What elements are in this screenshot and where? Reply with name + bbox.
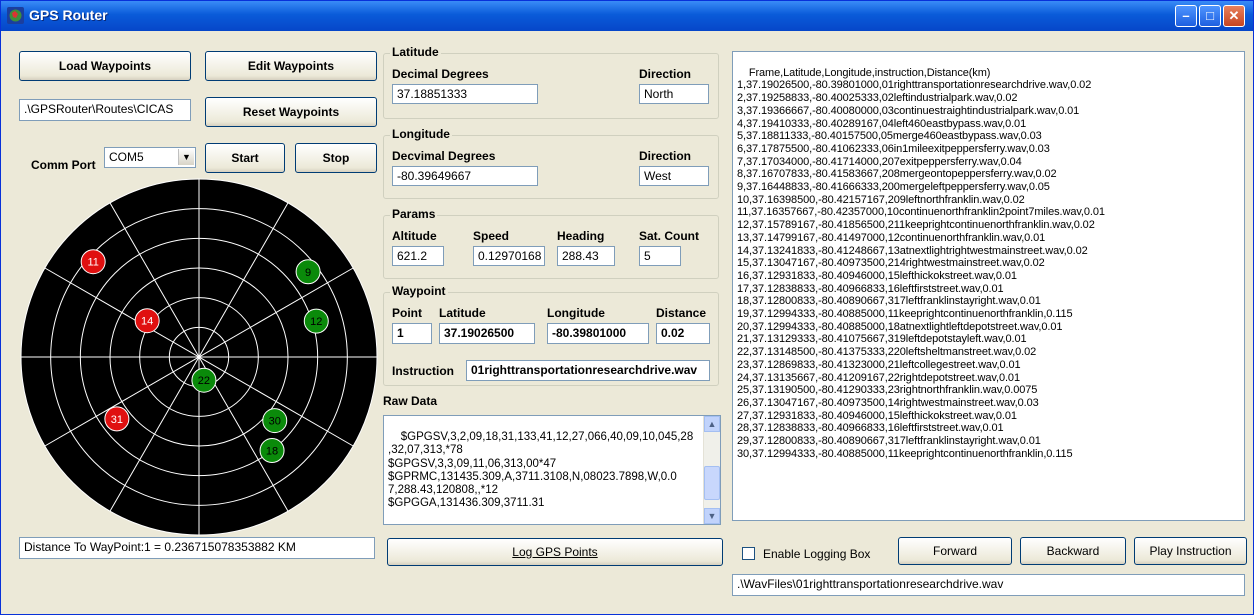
title-bar[interactable]: GPS Router – □ ✕ bbox=[1, 1, 1253, 31]
scroll-thumb[interactable] bbox=[704, 466, 720, 500]
enable-logging-label: Enable Logging Box bbox=[763, 547, 871, 561]
latitude-group-title: Latitude bbox=[390, 45, 441, 59]
lat-direction-field[interactable]: North bbox=[639, 84, 709, 104]
wp-distance-field[interactable]: 0.02 bbox=[656, 323, 710, 344]
lat-decimal-field[interactable]: 37.18851333 bbox=[392, 84, 538, 104]
distance-readout: Distance To WayPoint:1 = 0.2367150783538… bbox=[19, 537, 375, 559]
raw-data-text: $GPGSV,3,2,09,18,31,133,41,12,27,066,40,… bbox=[388, 431, 694, 510]
longitude-group-title: Longitude bbox=[390, 127, 452, 141]
minimize-icon: – bbox=[1182, 8, 1190, 23]
route-path-field[interactable]: .\GPSRouter\Routes\CICAS bbox=[19, 99, 191, 121]
raw-data-scrollbar[interactable]: ▲ ▼ bbox=[703, 416, 720, 524]
wp-latitude-field[interactable]: 37.19026500 bbox=[439, 323, 535, 344]
satellite-id-label: 31 bbox=[111, 414, 123, 426]
sat-count-label: Sat. Count bbox=[639, 229, 699, 243]
wav-path-field[interactable]: .\WavFiles\01righttransportationresearch… bbox=[732, 574, 1245, 596]
lon-decimal-label: Decvimal Degrees bbox=[392, 149, 496, 163]
altitude-label: Altitude bbox=[392, 229, 437, 243]
forward-button[interactable]: Forward bbox=[898, 537, 1012, 565]
satellite-sky-plot: 11 9 14 12 22 30 18 31 bbox=[20, 178, 378, 536]
heading-label: Heading bbox=[557, 229, 605, 243]
wp-latitude-label: Latitude bbox=[439, 306, 486, 320]
wp-distance-label: Distance bbox=[656, 306, 707, 320]
wp-longitude-field[interactable]: -80.39801000 bbox=[547, 323, 649, 344]
close-icon: ✕ bbox=[1228, 8, 1240, 23]
raw-data-textarea[interactable]: $GPGSV,3,2,09,18,31,133,41,12,27,066,40,… bbox=[383, 415, 721, 525]
speed-label: Speed bbox=[473, 229, 510, 243]
waypoint-list-text: Frame,Latitude,Longitude,instruction,Dis… bbox=[737, 66, 1105, 460]
point-field[interactable]: 1 bbox=[392, 323, 432, 344]
maximize-icon: □ bbox=[1206, 8, 1214, 23]
gps-router-window: GPS Router – □ ✕ Load Waypoints Edit Way… bbox=[0, 0, 1254, 615]
satellite-id-label: 12 bbox=[310, 316, 322, 328]
log-gps-points-button[interactable]: Log GPS Points bbox=[387, 538, 723, 566]
start-button[interactable]: Start bbox=[205, 143, 285, 173]
instruction-label: Instruction bbox=[392, 364, 454, 378]
speed-field[interactable]: 0.12970168 bbox=[473, 246, 545, 266]
lon-direction-label: Direction bbox=[639, 149, 692, 163]
scroll-up-icon[interactable]: ▲ bbox=[704, 416, 720, 432]
lat-decimal-label: Decimal Degrees bbox=[392, 67, 489, 81]
lat-direction-label: Direction bbox=[639, 67, 692, 81]
satellite-id-label: 9 bbox=[305, 267, 311, 279]
close-button[interactable]: ✕ bbox=[1223, 5, 1245, 27]
lon-direction-field[interactable]: West bbox=[639, 166, 709, 186]
point-label: Point bbox=[392, 306, 422, 320]
comm-port-label: Comm Port bbox=[31, 158, 96, 172]
chevron-down-icon[interactable]: ▼ bbox=[178, 149, 194, 165]
comm-port-value: COM5 bbox=[109, 150, 144, 164]
wp-longitude-label: Longitude bbox=[547, 306, 605, 320]
comm-port-select[interactable]: COM5 ▼ bbox=[104, 147, 196, 168]
satellite-id-label: 14 bbox=[141, 316, 153, 328]
stop-button[interactable]: Stop bbox=[295, 143, 377, 173]
scroll-down-icon[interactable]: ▼ bbox=[704, 508, 720, 524]
params-group-title: Params bbox=[390, 207, 438, 221]
play-instruction-button[interactable]: Play Instruction bbox=[1134, 537, 1247, 565]
app-icon bbox=[7, 7, 24, 24]
sat-count-field[interactable]: 5 bbox=[639, 246, 681, 266]
instruction-field[interactable]: 01righttransportationresearchdrive.wav bbox=[466, 360, 710, 381]
heading-field[interactable]: 288.43 bbox=[557, 246, 615, 266]
satellite-id-label: 18 bbox=[266, 446, 278, 458]
minimize-button[interactable]: – bbox=[1175, 5, 1197, 27]
enable-logging-checkbox[interactable] bbox=[742, 547, 755, 560]
backward-button[interactable]: Backward bbox=[1020, 537, 1126, 565]
load-waypoints-button[interactable]: Load Waypoints bbox=[19, 51, 191, 81]
reset-waypoints-button[interactable]: Reset Waypoints bbox=[205, 97, 377, 127]
maximize-button[interactable]: □ bbox=[1199, 5, 1221, 27]
satellite-id-label: 30 bbox=[269, 416, 281, 428]
satellite-id-label: 22 bbox=[198, 375, 210, 387]
window-title: GPS Router bbox=[29, 7, 108, 23]
raw-data-label: Raw Data bbox=[383, 394, 438, 408]
satellite-id-label: 11 bbox=[87, 257, 98, 269]
altitude-field[interactable]: 621.2 bbox=[392, 246, 444, 266]
waypoint-list-box[interactable]: Frame,Latitude,Longitude,instruction,Dis… bbox=[732, 51, 1245, 521]
waypoint-group-title: Waypoint bbox=[390, 284, 448, 298]
edit-waypoints-button[interactable]: Edit Waypoints bbox=[205, 51, 377, 81]
lon-decimal-field[interactable]: -80.39649667 bbox=[392, 166, 538, 186]
